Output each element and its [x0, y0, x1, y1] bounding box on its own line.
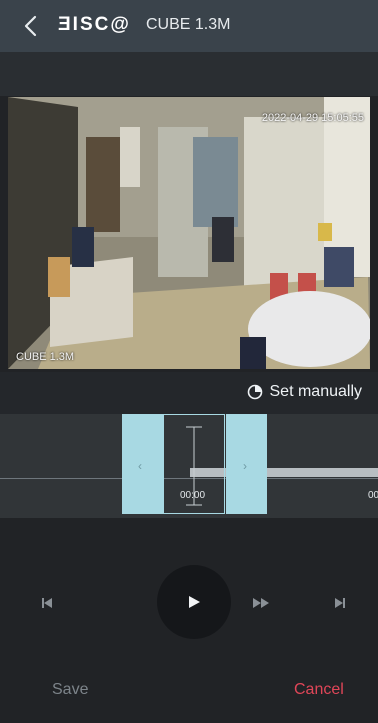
- timeline-tick-label: 00: [368, 490, 378, 501]
- play-button[interactable]: [157, 565, 231, 639]
- right-chevron-icon: ›: [243, 459, 247, 473]
- video-frame-image: [8, 97, 370, 369]
- play-icon: [189, 596, 200, 608]
- selection-left-handle[interactable]: ‹: [122, 414, 163, 514]
- page-title: CUBE 1.3M: [146, 16, 231, 33]
- header-spacer: [0, 52, 378, 96]
- timeline-tick-label: 00:00: [180, 490, 206, 501]
- set-manually-button[interactable]: Set manually: [247, 383, 363, 401]
- cancel-button[interactable]: Cancel: [294, 681, 344, 699]
- selection-right-handle[interactable]: ›: [226, 414, 267, 514]
- left-chevron-icon: ‹: [138, 459, 142, 473]
- video-timestamp: 2022-04-29 15:05:55: [261, 112, 364, 124]
- clock-icon: [247, 384, 262, 400]
- fast-forward-icon[interactable]: [250, 592, 272, 614]
- set-manually-bar: Set manually: [0, 372, 378, 414]
- camera-overlay-label: CUBE 1.3M: [16, 351, 75, 363]
- top-bar: ƎISC@ CUBE 1.3M: [0, 0, 378, 52]
- skip-back-icon[interactable]: [36, 592, 58, 614]
- save-button[interactable]: Save: [52, 681, 88, 699]
- skip-forward-icon[interactable]: [329, 592, 351, 614]
- back-arrow-icon[interactable]: [20, 13, 42, 39]
- camera-video[interactable]: 2022-04-29 15:05:55 CUBE 1.3M: [8, 97, 370, 369]
- brand-logo: ƎISC@: [58, 14, 131, 35]
- set-manually-label: Set manually: [269, 383, 363, 400]
